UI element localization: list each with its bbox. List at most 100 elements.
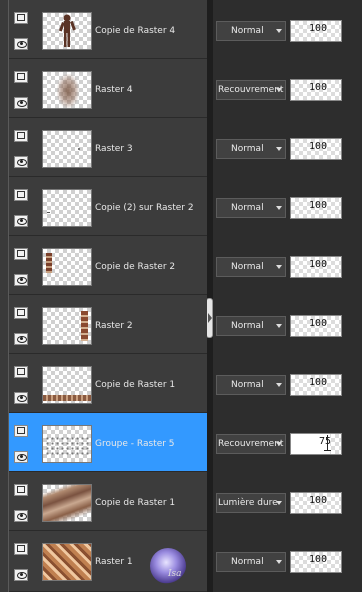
layer-thumbnail	[42, 248, 92, 286]
layer-name: Raster 2	[95, 321, 133, 331]
layer-name: Raster 1	[95, 557, 133, 567]
blend-mode-value: Normal	[231, 144, 264, 154]
chevron-down-icon	[276, 206, 282, 210]
opacity-field[interactable]: 100	[290, 551, 342, 573]
watermark-signature: Isa	[168, 569, 182, 579]
opacity-value: 100	[308, 82, 327, 93]
thumb-content	[78, 148, 80, 150]
blend-mode-select[interactable]: Normal	[216, 198, 286, 218]
chevron-down-icon	[276, 88, 282, 92]
blend-mode-value: Normal	[231, 26, 264, 36]
splitter-handle[interactable]	[206, 298, 213, 338]
blend-mode-value: Recouvrement	[218, 439, 284, 449]
opacity-field[interactable]: 100	[290, 315, 342, 337]
eye-icon[interactable]	[14, 97, 28, 109]
eye-icon[interactable]	[14, 510, 28, 522]
blend-mode-value: Lumière dure	[218, 498, 278, 508]
opacity-value: 100	[308, 495, 327, 506]
layer-thumbnail	[42, 189, 92, 227]
eye-icon[interactable]	[14, 333, 28, 345]
opacity-value: 100	[308, 141, 327, 152]
blend-mode-select[interactable]: Normal	[216, 257, 286, 277]
opacity-value: 100	[308, 318, 327, 329]
thumb-content	[45, 436, 89, 456]
layer-thumbnail	[42, 366, 92, 404]
layer-toggle-icon[interactable]	[14, 248, 28, 260]
layer-name: Copie de Raster 1	[95, 380, 176, 390]
layer-thumbnail	[42, 425, 92, 463]
blend-mode-value: Recouvrement	[218, 85, 284, 95]
eye-icon[interactable]	[14, 392, 28, 404]
layer-name: Raster 4	[95, 85, 133, 95]
opacity-value: 100	[308, 377, 327, 388]
layer-thumbnail	[42, 71, 92, 109]
opacity-value: 75	[318, 436, 331, 447]
opacity-field[interactable]: 75	[290, 433, 342, 455]
eye-icon[interactable]	[14, 569, 28, 581]
thumb-content	[43, 395, 91, 401]
chevron-down-icon	[276, 501, 282, 505]
blend-mode-value: Normal	[231, 262, 264, 272]
blend-mode-select[interactable]: Recouvrement	[216, 434, 286, 454]
blend-mode-value: Normal	[231, 557, 264, 567]
opacity-value: 100	[308, 200, 327, 211]
layer-thumbnail	[42, 543, 92, 581]
blend-mode-select[interactable]: Normal	[216, 552, 286, 572]
layer-toggle-icon[interactable]	[14, 130, 28, 142]
layer-toggle-icon[interactable]	[14, 12, 28, 24]
layer-toggle-icon[interactable]	[14, 543, 28, 555]
chevron-down-icon	[276, 442, 282, 446]
panel-divider	[207, 0, 213, 592]
layer-toggle-icon[interactable]	[14, 307, 28, 319]
blend-mode-value: Normal	[231, 203, 264, 213]
eye-icon[interactable]	[14, 451, 28, 463]
opacity-field[interactable]: 100	[290, 138, 342, 160]
opacity-field[interactable]: 100	[290, 79, 342, 101]
layer-toggle-icon[interactable]	[14, 484, 28, 496]
blend-mode-value: Normal	[231, 380, 264, 390]
layer-thumbnail	[42, 307, 92, 345]
thumb-content	[47, 212, 50, 213]
layer-thumbnail	[42, 12, 92, 50]
chevron-down-icon	[276, 324, 282, 328]
opacity-value: 100	[308, 259, 327, 270]
opacity-field[interactable]: 100	[290, 197, 342, 219]
layer-thumbnail	[42, 130, 92, 168]
text-cursor-icon	[324, 435, 331, 451]
eye-icon[interactable]	[14, 274, 28, 286]
opacity-field[interactable]: 100	[290, 374, 342, 396]
layer-toggle-icon[interactable]	[14, 189, 28, 201]
layer-name: Copie de Raster 4	[95, 26, 176, 36]
eye-icon[interactable]	[14, 156, 28, 168]
layer-toggle-icon[interactable]	[14, 425, 28, 437]
blend-mode-value: Normal	[231, 321, 264, 331]
layer-name: Copie de Raster 2	[95, 262, 176, 272]
opacity-field[interactable]: 100	[290, 256, 342, 278]
thumb-content	[43, 485, 91, 521]
blend-mode-select[interactable]: Normal	[216, 21, 286, 41]
blend-mode-select[interactable]: Lumière dure	[216, 493, 286, 513]
left-gutter	[0, 0, 8, 592]
blend-mode-select[interactable]: Normal	[216, 316, 286, 336]
opacity-value: 100	[308, 23, 327, 34]
eye-icon[interactable]	[14, 38, 28, 50]
chevron-down-icon	[276, 147, 282, 151]
layer-name: Raster 3	[95, 144, 133, 154]
opacity-field[interactable]: 100	[290, 20, 342, 42]
chevron-down-icon	[276, 383, 282, 387]
opacity-value: 100	[308, 554, 327, 565]
blend-mode-select[interactable]: Normal	[216, 139, 286, 159]
thumb-content	[57, 74, 79, 108]
eye-icon[interactable]	[14, 215, 28, 227]
thumb-content	[46, 253, 52, 273]
blend-mode-select[interactable]: Normal	[216, 375, 286, 395]
chevron-down-icon	[276, 265, 282, 269]
chevron-down-icon	[276, 29, 282, 33]
layer-name: Copie (2) sur Raster 2	[95, 203, 194, 213]
layer-name: Groupe - Raster 5	[95, 439, 175, 449]
thumb-content	[81, 311, 88, 341]
opacity-field[interactable]: 100	[290, 492, 342, 514]
layer-toggle-icon[interactable]	[14, 366, 28, 378]
blend-mode-select[interactable]: Recouvrement	[216, 80, 286, 100]
layer-toggle-icon[interactable]	[14, 71, 28, 83]
